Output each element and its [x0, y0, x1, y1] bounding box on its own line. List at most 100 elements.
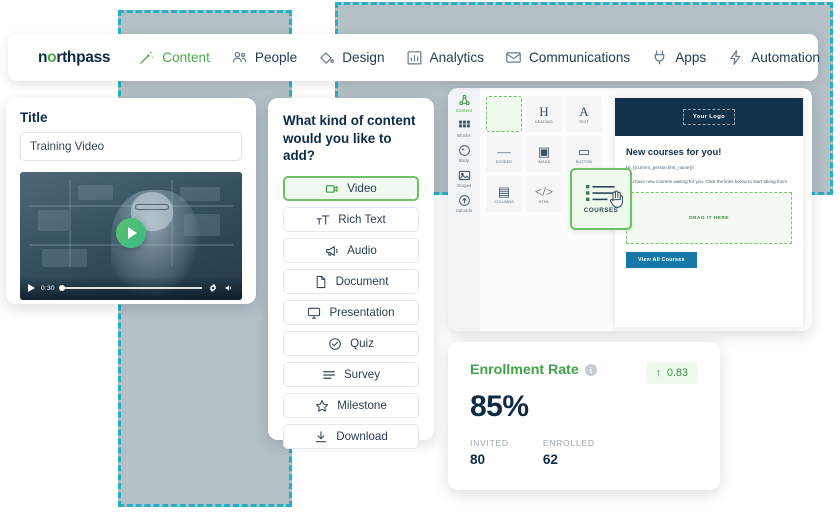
builder-tile-image-label: IMAGE: [537, 159, 551, 164]
builder-sidebar-blocks-label: Blocks: [457, 133, 471, 138]
content-nodes-icon: [458, 94, 470, 106]
video-time: 0:30: [41, 284, 55, 292]
play-button-overlay[interactable]: [116, 218, 146, 249]
gear-icon[interactable]: [208, 283, 218, 293]
builder-tile-button-label: BUTTON: [575, 159, 593, 164]
nav-item-automation[interactable]: Automation: [727, 49, 820, 66]
builder-tile-divider[interactable]: — DIVIDER: [486, 136, 522, 172]
columns-icon: ▤: [497, 183, 511, 199]
builder-sidebar-images[interactable]: Images: [448, 169, 480, 188]
paint-bucket-icon: [320, 52, 335, 64]
info-icon[interactable]: i: [584, 364, 597, 376]
content-type-survey[interactable]: Survey: [283, 362, 419, 388]
enrollment-stat-invited-label: INVITED: [470, 438, 509, 448]
builder-tile-courses-dragging[interactable]: COURSES: [570, 168, 632, 230]
plug-icon: [654, 50, 665, 65]
bar-chart-icon: [407, 51, 422, 65]
hand-cursor-icon: [609, 190, 623, 208]
email-drop-zone[interactable]: DRAG IT HERE: [626, 192, 792, 245]
builder-tile-divider-label: DIVIDER: [495, 159, 513, 164]
builder-tile-heading[interactable]: H HEADING: [526, 96, 562, 132]
list-lines-icon: [323, 370, 335, 379]
builder-sidebar-blocks[interactable]: Blocks: [448, 119, 480, 138]
enrollment-title-text: Enrollment Rate: [470, 362, 579, 378]
envelope-icon: [506, 52, 521, 63]
email-logo-placeholder[interactable]: Your Logo: [682, 109, 736, 125]
builder-tile-drop-target[interactable]: [486, 96, 522, 132]
megaphone-icon: [326, 245, 338, 256]
content-type-video[interactable]: Video: [283, 176, 419, 202]
builder-sidebar-content[interactable]: Content: [448, 94, 480, 113]
title-input[interactable]: [20, 132, 242, 161]
volume-icon[interactable]: [224, 283, 234, 293]
email-cta-button[interactable]: View All Courses: [626, 252, 697, 269]
nav-label-apps: Apps: [675, 50, 707, 65]
enrollment-stat-enrolled-label: ENROLLED: [542, 438, 595, 448]
nav-label-communications: Communications: [528, 50, 631, 65]
email-heading[interactable]: New courses for you!: [626, 146, 792, 157]
nav-item-apps[interactable]: Apps: [651, 49, 706, 66]
builder-tile-button[interactable]: ▭ BUTTON: [566, 136, 602, 172]
enrollment-rate-value: 85%: [470, 390, 529, 423]
text-format-icon: [316, 214, 330, 225]
enrollment-header-row: Enrollment Rate i ↑ 0.83: [470, 362, 698, 384]
builder-tile-text[interactable]: A TEXT: [566, 96, 602, 132]
button-icon: ▭: [577, 143, 591, 159]
builder-sidebar-body[interactable]: Body: [448, 144, 480, 163]
builder-tile-html[interactable]: </> HTML: [526, 176, 562, 212]
content-type-rich-text[interactable]: Rich Text: [283, 207, 419, 233]
nav-item-communications[interactable]: Communications: [505, 49, 630, 66]
email-body-text[interactable]: You have new courses waiting for you. Cl…: [626, 178, 792, 186]
heading-icon: H: [539, 103, 549, 119]
builder-tile-html-label: HTML: [538, 199, 550, 204]
builder-sidebar: Content Blocks Body Images Uploads: [448, 88, 480, 331]
enrollment-rate-card: Enrollment Rate i ↑ 0.83 85% INVITED 80 …: [448, 342, 720, 490]
monitor-icon: [308, 307, 321, 319]
video-preview[interactable]: 0:30: [20, 172, 242, 300]
html-code-icon: </>: [534, 183, 554, 199]
enrollment-stat-invited-value: 80: [470, 452, 486, 467]
content-type-milestone-label: Milestone: [337, 399, 387, 413]
content-type-audio[interactable]: Audio: [283, 238, 419, 264]
northpass-logo[interactable]: northpass: [38, 49, 124, 67]
builder-sidebar-uploads[interactable]: Uploads: [448, 194, 480, 213]
content-type-quiz[interactable]: Quiz: [283, 331, 419, 357]
video-controls: 0:30: [20, 276, 242, 300]
email-greeting[interactable]: Hi, {{current_person.first_name}}!: [626, 164, 792, 172]
content-type-presentation-label: Presentation: [329, 306, 395, 320]
top-navbar: northpass Content People Design Analytic…: [8, 34, 820, 81]
nav-label-automation: Automation: [751, 50, 820, 65]
email-drop-zone-label: DRAG IT HERE: [689, 215, 729, 221]
screenshot-stage: northpass Content People Design Analytic…: [0, 0, 840, 512]
content-type-download[interactable]: Download: [283, 424, 419, 450]
email-builder-card: Content Blocks Body Images Uploads H HEA…: [448, 88, 812, 331]
star-icon: [316, 399, 329, 412]
email-preview-header: Your Logo: [615, 98, 803, 136]
content-type-presentation[interactable]: Presentation: [283, 300, 419, 326]
nav-item-content[interactable]: Content: [138, 49, 210, 66]
arrow-up-icon: ↑: [655, 367, 661, 379]
builder-tile-image[interactable]: ▣ IMAGE: [526, 136, 562, 172]
content-type-document[interactable]: Document: [283, 269, 419, 295]
document-icon: [316, 275, 325, 288]
enrollment-trend-badge: ↑ 0.83: [645, 362, 698, 384]
content-type-milestone[interactable]: Milestone: [283, 393, 419, 419]
enrollment-stats: INVITED 80 ENROLLED 62: [470, 438, 698, 467]
text-icon: A: [579, 103, 589, 119]
enrollment-stat-enrolled: ENROLLED 62: [543, 438, 595, 467]
nav-item-design[interactable]: Design: [318, 49, 385, 66]
builder-tile-columns[interactable]: ▤ COLUMNS: [486, 176, 522, 212]
nav-items: Content People Design Analytics Communic…: [138, 49, 820, 66]
content-type-video-label: Video: [347, 182, 377, 196]
content-type-quiz-label: Quiz: [350, 337, 374, 351]
content-type-survey-label: Survey: [343, 368, 381, 382]
nav-item-people[interactable]: People: [231, 49, 297, 66]
blocks-grid-icon: [458, 120, 470, 128]
content-type-title: What kind of content would you like to a…: [283, 113, 416, 164]
nav-item-analytics[interactable]: Analytics: [406, 49, 484, 66]
play-icon[interactable]: [28, 284, 35, 292]
video-scrubber[interactable]: [58, 285, 202, 291]
image-icon: [458, 170, 470, 181]
builder-sidebar-body-label: Body: [458, 158, 470, 163]
nav-label-analytics: Analytics: [429, 50, 484, 65]
